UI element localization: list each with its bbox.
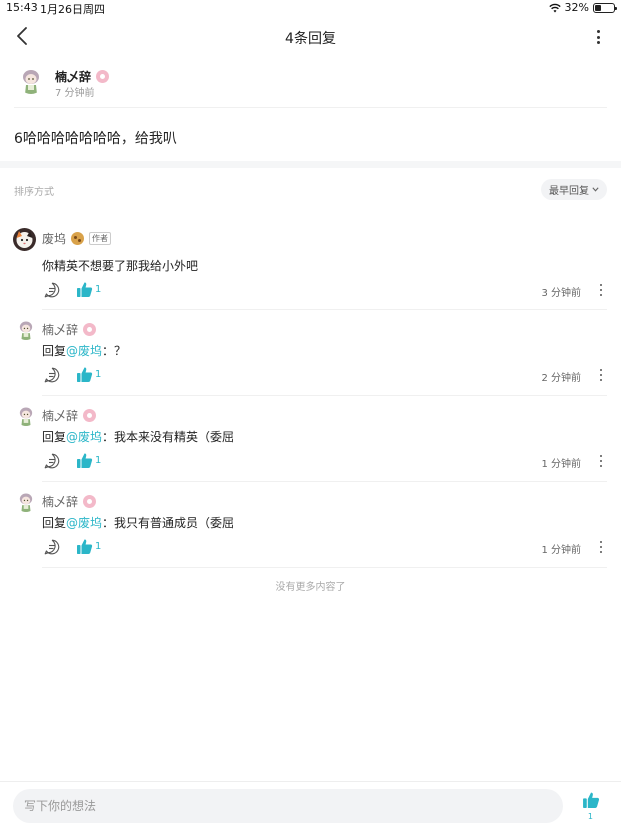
avatar[interactable] [16,492,36,512]
post-author-name: 楠乄辞 [55,70,92,84]
comment-text: 你精英不想要了那我给小外吧 [42,259,199,273]
status-time: 15:43 [6,1,38,14]
comment-item: 楠乄辞 回复@废坞：我本来没有精英（委屈 1 1 分钟前 [14,404,607,482]
section-divider [0,161,621,168]
comment-author[interactable]: 楠乄辞 [42,407,97,424]
nav-bar: 4条回复 [0,18,621,56]
comment-divider [42,309,607,310]
more-options-button[interactable] [593,28,603,46]
author-tag: 作者 [89,232,112,245]
like-count: 1 [95,455,102,466]
end-of-list-note: 没有更多内容了 [275,582,346,593]
comment-author[interactable]: 废坞 作者 [42,230,112,247]
like-count: 1 [95,369,102,380]
comment-timestamp: 1 分钟前 [541,459,581,470]
more-vertical-icon [600,369,602,371]
rabbit-badge-icon [83,495,97,508]
sort-label: 排序方式 [14,187,54,198]
reply-comment-icon[interactable] [44,539,60,555]
cookie-badge-icon [71,232,85,245]
comment-item: 楠乄辞 回复@废坞：？ 1 2 分钟前 [14,318,607,396]
comment-actions: 1 1 分钟前 [42,538,607,556]
comment-item: 废坞 作者 你精英不想要了那我给小外吧 1 3 分钟前 [13,226,607,310]
post-header: 楠乄辞 7 分钟前 [14,64,607,108]
status-right: 32% [548,1,617,14]
thumbs-up-icon[interactable] [76,281,93,298]
more-vertical-icon [600,284,602,286]
more-vertical-icon [600,541,602,543]
reply-body: ：我只有普通成员（委屈 [102,516,235,530]
post-content: 6哈哈哈哈哈哈哈，给我叭 [14,131,177,147]
reply-comment-icon[interactable] [44,367,60,383]
post-author[interactable]: 楠乄辞 [55,68,110,85]
comment-input[interactable] [13,789,563,823]
battery-percent: 32% [564,1,589,14]
chevron-down-icon [592,187,599,192]
reply-comment-icon[interactable] [44,453,60,469]
like-count: 1 [95,541,102,552]
more-vertical-icon [596,30,600,33]
reply-body: ：我本来没有精英（委屈 [102,430,235,444]
comment-author-name: 楠乄辞 [42,323,79,337]
comment-divider [42,481,607,482]
comment-text: 回复@废坞：我只有普通成员（委屈 [42,514,234,531]
reply-prefix: 回复 [42,516,67,530]
comment-author[interactable]: 楠乄辞 [42,493,97,510]
comment-timestamp: 1 分钟前 [541,545,581,556]
thumbs-up-icon[interactable] [76,366,93,383]
comment-more-button[interactable] [599,369,603,381]
chibi-avatar-icon [16,492,36,512]
comment-author-name: 楠乄辞 [42,409,79,423]
status-bar: 15:43 1月26日周四 32% [0,0,621,16]
cat-avatar-icon [13,228,36,251]
mention-link[interactable]: @废坞 [66,430,102,444]
like-count: 1 [95,284,102,295]
post-timestamp: 7 分钟前 [55,88,95,99]
thumbs-up-icon[interactable] [76,538,93,555]
page-title: 4条回复 [285,31,336,47]
more-vertical-icon [600,455,602,457]
wifi-icon [548,3,561,12]
comment-text: 回复@废坞：？ [42,342,126,359]
comment-more-button[interactable] [599,541,603,553]
avatar[interactable] [16,320,36,340]
avatar[interactable] [18,68,44,94]
comment-actions: 1 2 分钟前 [42,366,607,384]
comment-more-button[interactable] [599,455,603,467]
comment-actions: 1 3 分钟前 [42,281,607,299]
status-date: 1月26日周四 [40,3,105,16]
mention-link[interactable]: @废坞 [66,344,102,358]
thumbs-up-icon[interactable] [582,791,600,809]
reply-prefix: 回复 [42,430,67,444]
comment-author[interactable]: 楠乄辞 [42,321,97,338]
bottom-bar: 1 [0,781,621,828]
comment-timestamp: 3 分钟前 [541,288,581,299]
chibi-avatar-icon [18,68,44,94]
reply-prefix: 回复 [42,344,67,358]
comment-divider [42,395,607,396]
avatar[interactable] [16,406,36,426]
thumbs-up-icon[interactable] [76,452,93,469]
rabbit-badge-icon [83,409,97,422]
comment-divider [42,567,607,568]
comment-author-name: 废坞 [42,232,67,246]
comment-item: 楠乄辞 回复@废坞：我只有普通成员（委屈 1 1 分钟前 [14,490,607,568]
reply-body: ：？ [102,344,127,358]
chibi-avatar-icon [16,320,36,340]
sort-dropdown[interactable]: 最早回复 [541,179,607,200]
rabbit-badge-icon [83,323,97,336]
comment-actions: 1 1 分钟前 [42,452,607,470]
comment-more-button[interactable] [599,284,603,296]
chibi-avatar-icon [16,406,36,426]
mention-link[interactable]: @废坞 [66,516,102,530]
reply-comment-icon[interactable] [44,282,60,298]
sort-selected: 最早回复 [549,186,589,197]
avatar[interactable] [13,228,36,251]
comment-text: 回复@废坞：我本来没有精英（委屈 [42,428,234,445]
battery-icon [593,2,617,13]
rabbit-badge-icon [96,70,110,83]
post-like-count: 1 [587,812,593,821]
comment-timestamp: 2 分钟前 [541,373,581,384]
comment-author-name: 楠乄辞 [42,495,79,509]
